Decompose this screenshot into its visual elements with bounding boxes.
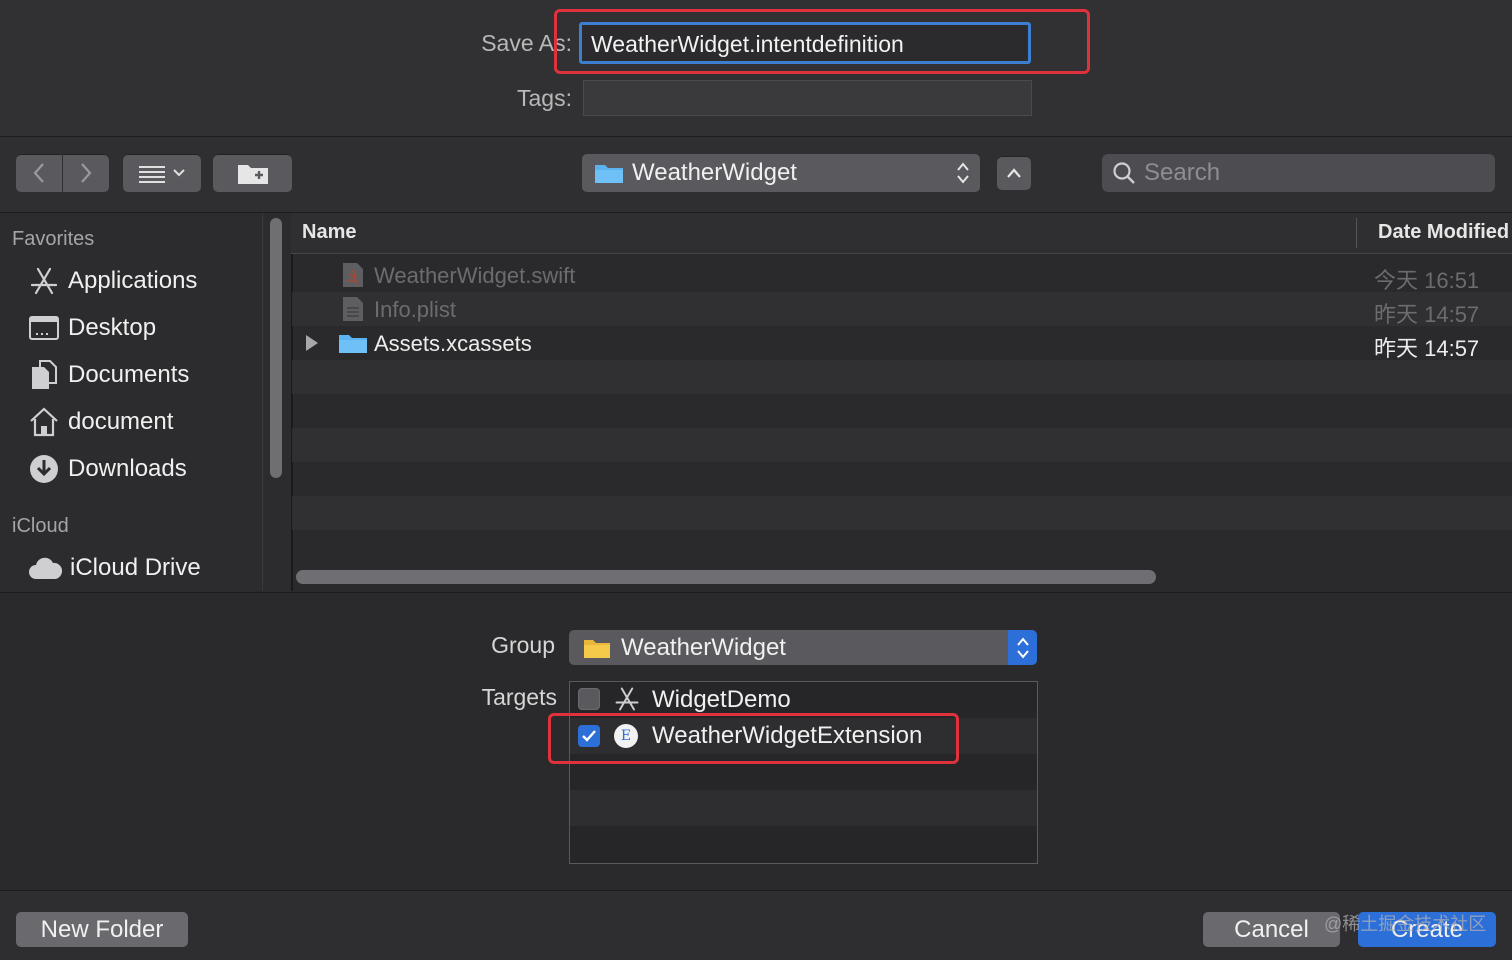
file-name: Assets.xcassets [374, 331, 532, 356]
empty-row [292, 360, 1512, 394]
sidebar-scrollbar[interactable] [270, 218, 282, 478]
search-icon [1113, 162, 1135, 184]
view-options-button[interactable] [123, 154, 201, 192]
sidebar-item-icloud-drive[interactable]: iCloud Drive [28, 548, 258, 588]
search-placeholder: Search [1144, 159, 1221, 186]
sidebar-item-label: Documents [68, 361, 190, 388]
target-checkbox-widgetdemo[interactable] [578, 688, 600, 710]
empty-row [292, 394, 1512, 428]
stepper-icon [957, 162, 969, 184]
chevron-left-icon [33, 163, 44, 183]
empty-row [292, 428, 1512, 462]
sidebar-item-label: Downloads [68, 455, 187, 482]
file-row[interactable] [292, 292, 1512, 326]
plist-file-icon [343, 297, 363, 321]
folder-icon [339, 335, 367, 353]
sidebar-item-downloads[interactable]: Downloads [28, 449, 258, 489]
new-folder-icon [237, 165, 268, 184]
empty-row [292, 496, 1512, 530]
applications-icon [30, 267, 58, 295]
folder-icon [584, 639, 610, 658]
group-label: Group [491, 632, 555, 658]
targets-label: Targets [481, 684, 557, 710]
empty-row [292, 462, 1512, 496]
sidebar-item-label: document [68, 408, 174, 435]
new-folder-button[interactable]: New Folder [16, 912, 188, 947]
home-icon [30, 407, 58, 437]
swift-file-icon [343, 263, 363, 287]
column-header-date-modified[interactable]: Date Modified [1378, 221, 1509, 244]
file-date: 昨天 14:57 [1374, 336, 1480, 361]
column-header-bar [291, 213, 1512, 254]
empty-row [570, 790, 1037, 826]
annotation-highlight-target [548, 713, 959, 764]
stepper-icon [1016, 636, 1029, 659]
empty-row [292, 530, 1512, 564]
sidebar-item-applications[interactable]: Applications [28, 261, 258, 301]
cloud-icon [29, 557, 62, 579]
target-label: WidgetDemo [652, 686, 791, 713]
cancel-button[interactable]: Cancel [1203, 912, 1340, 947]
folder-icon [595, 165, 623, 183]
tags-label: Tags: [517, 85, 572, 111]
annotation-highlight-save-as [554, 9, 1090, 74]
collapse-button[interactable] [997, 156, 1031, 190]
sidebar-item-label: iCloud Drive [70, 554, 201, 581]
chevron-right-icon [81, 163, 92, 183]
file-date: 昨天 14:57 [1374, 302, 1480, 327]
downloads-icon [30, 455, 58, 483]
sidebar-item-documents[interactable]: Documents [28, 355, 258, 395]
tags-field[interactable] [583, 80, 1032, 116]
disclosure-triangle-icon[interactable] [304, 334, 320, 352]
app-target-icon [615, 687, 639, 711]
desktop-icon [29, 316, 59, 340]
sidebar-item-label: Desktop [68, 314, 157, 341]
new-folder-toolbar-button[interactable] [213, 154, 292, 192]
sidebar-item-document[interactable]: document [28, 402, 258, 442]
file-name: WeatherWidget.swift [374, 263, 576, 288]
file-name: Info.plist [374, 297, 456, 322]
list-view-icon [139, 166, 165, 183]
group-value: WeatherWidget [621, 633, 786, 661]
search-input[interactable]: Search [1102, 154, 1495, 192]
group-popup[interactable]: WeatherWidget [569, 630, 1037, 665]
back-button[interactable] [16, 154, 62, 192]
save-as-label: Save As: [481, 30, 572, 56]
watermark: @稀土掘金技术社区 [1324, 914, 1487, 934]
column-header-name[interactable]: Name [302, 221, 356, 244]
sidebar-item-label: Applications [68, 267, 198, 294]
sidebar-header-icloud: iCloud [12, 515, 69, 537]
location-popup[interactable]: WeatherWidget [582, 154, 980, 192]
forward-button[interactable] [63, 154, 109, 192]
chevron-down-icon [173, 169, 185, 177]
column-divider[interactable] [1356, 218, 1357, 248]
chevron-up-icon [1007, 168, 1021, 178]
documents-icon [32, 360, 57, 389]
sidebar-header-favorites: Favorites [12, 228, 95, 250]
location-label: WeatherWidget [632, 159, 797, 186]
file-date: 今天 16:51 [1374, 268, 1480, 293]
empty-row [570, 826, 1037, 862]
sidebar-item-desktop[interactable]: Desktop [28, 308, 258, 348]
group-stepper[interactable] [1008, 630, 1037, 665]
horizontal-scrollbar[interactable] [296, 570, 1156, 584]
